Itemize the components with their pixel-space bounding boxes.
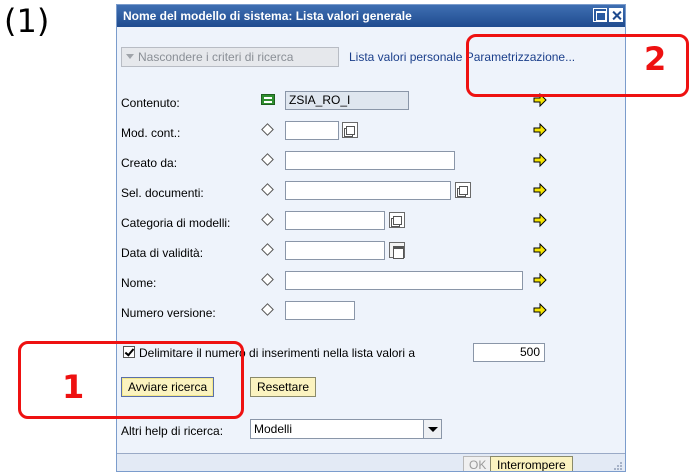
close-icon[interactable] (609, 8, 623, 22)
hide-criteria-button[interactable]: Nascondere i criteri di ricerca (121, 47, 339, 67)
other-help-label: Altri help di ricerca: (121, 424, 224, 438)
other-help-select[interactable]: Modelli (250, 419, 442, 439)
diamond-option-icon[interactable] (261, 213, 274, 226)
row-categoria-modelli: Categoria di modelli: (117, 211, 625, 233)
diamond-option-icon[interactable] (261, 183, 274, 196)
field-label: Data di validità: (121, 246, 204, 260)
row-numero-versione: Numero versione: (117, 301, 625, 323)
ok-button[interactable]: OK (463, 456, 493, 471)
resize-grip-icon[interactable] (613, 461, 623, 471)
row-nome: Nome: (117, 271, 625, 293)
dialog-footer: OK Interrompere (117, 453, 625, 471)
field-label: Nome: (121, 276, 157, 290)
multiple-selection-icon[interactable] (533, 213, 547, 227)
row-creato-da: Creato da: (117, 151, 625, 173)
value-help-icon[interactable] (342, 122, 358, 138)
creato-da-field[interactable] (285, 151, 455, 170)
hide-criteria-label: Nascondere i criteri di ricerca (138, 50, 294, 64)
max-hits-input[interactable]: 500 (473, 343, 545, 362)
sel-documenti-field[interactable] (285, 181, 451, 200)
value-help-icon[interactable] (389, 212, 405, 228)
reset-button[interactable]: Resettare (250, 377, 317, 397)
categoria-modelli-field[interactable] (285, 211, 385, 230)
field-label: Mod. cont.: (121, 126, 181, 140)
data-validita-field[interactable] (285, 241, 385, 260)
diamond-option-icon[interactable] (261, 243, 274, 256)
multiple-selection-icon[interactable] (533, 183, 547, 197)
diamond-option-icon[interactable] (261, 153, 274, 166)
value-help-icon[interactable] (455, 182, 471, 198)
multiple-selection-icon[interactable] (533, 273, 547, 287)
dropdown-arrow-icon[interactable] (423, 420, 441, 438)
field-label: Categoria di modelli: (121, 216, 231, 230)
field-label: Sel. documenti: (121, 186, 204, 200)
multiple-selection-icon[interactable] (533, 123, 547, 137)
diamond-option-icon[interactable] (261, 273, 274, 286)
triangle-down-icon (126, 54, 134, 59)
callout-number-2: 2 (644, 40, 667, 78)
multiple-selection-icon[interactable] (533, 153, 547, 167)
callout-number-1: 1 (62, 368, 85, 406)
field-label: Numero versione: (121, 306, 216, 320)
window-controls (593, 8, 623, 22)
equals-option-icon[interactable] (261, 94, 275, 105)
diamond-option-icon[interactable] (261, 123, 274, 136)
cancel-button[interactable]: Interrompere (490, 456, 573, 471)
mod-cont-field[interactable] (285, 121, 339, 140)
maximize-icon[interactable] (593, 8, 607, 22)
calendar-icon[interactable] (389, 242, 405, 259)
row-mod-cont: Mod. cont.: (117, 121, 625, 143)
other-help-value: Modelli (254, 422, 293, 436)
row-data-validita: Data di validità: (117, 241, 625, 263)
dialog-title-text: Nome del modello di sistema: Lista valor… (123, 9, 412, 23)
field-label: Contenuto: (121, 96, 180, 110)
contenuto-field[interactable]: ZSIA_RO_I (285, 91, 409, 110)
row-sel-documenti: Sel. documenti: (117, 181, 625, 203)
numero-versione-field[interactable] (285, 301, 355, 320)
field-label: Creato da: (121, 156, 178, 170)
dialog-title: Nome del modello di sistema: Lista valor… (117, 5, 625, 27)
callout-box-1 (18, 341, 244, 419)
diamond-option-icon[interactable] (261, 303, 274, 316)
multiple-selection-icon[interactable] (533, 303, 547, 317)
multiple-selection-icon[interactable] (533, 243, 547, 257)
nome-field[interactable] (285, 271, 523, 290)
step-label: (1) (4, 2, 50, 40)
